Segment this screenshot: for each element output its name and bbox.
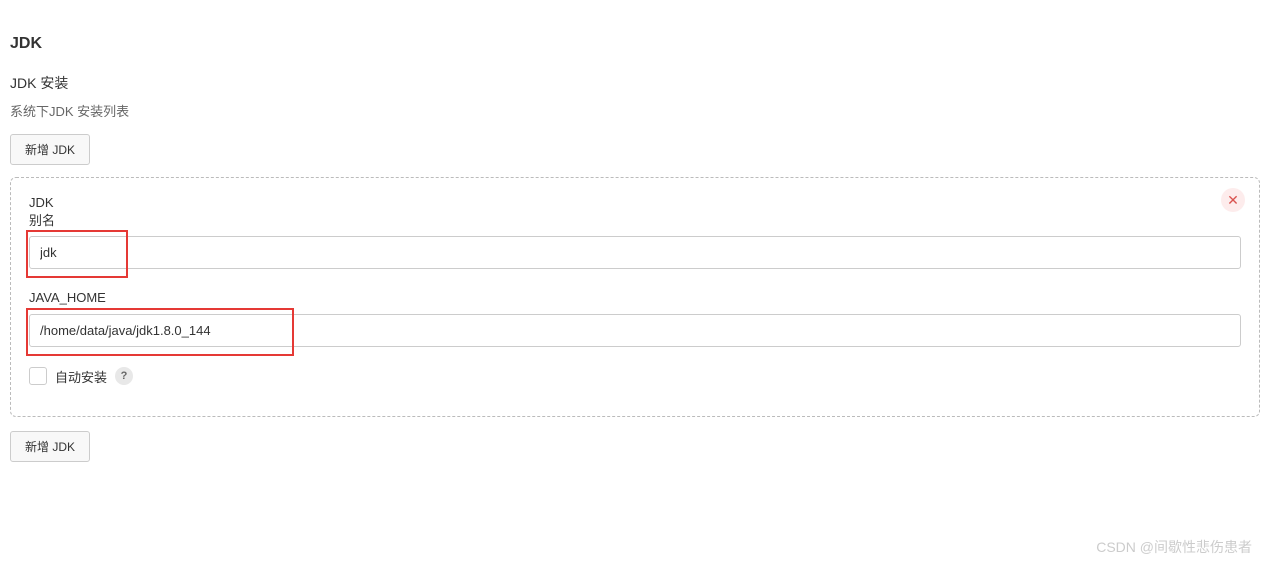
- help-icon[interactable]: ?: [115, 367, 133, 385]
- jdk-config-panel: ✕ JDK 别名 JAVA_HOME 自动安装 ?: [10, 177, 1260, 417]
- java-home-input[interactable]: [29, 314, 1241, 347]
- auto-install-row: 自动安装 ?: [29, 367, 1241, 386]
- java-home-label: JAVA_HOME: [29, 289, 1241, 307]
- jdk-alias-label-line2: 别名: [29, 213, 55, 228]
- jdk-alias-input[interactable]: [29, 236, 1241, 269]
- close-icon: ✕: [1227, 193, 1239, 207]
- install-label: JDK 安装: [10, 73, 1260, 93]
- add-jdk-button-bottom[interactable]: 新增 JDK: [10, 431, 90, 462]
- install-list-label: 系统下JDK 安装列表: [10, 101, 1260, 120]
- section-title: JDK: [10, 35, 1260, 53]
- jdk-alias-label-line1: JDK: [29, 195, 54, 210]
- auto-install-label: 自动安装: [55, 367, 107, 386]
- watermark: CSDN @间歇性悲伤患者: [1096, 537, 1252, 557]
- add-jdk-button-top[interactable]: 新增 JDK: [10, 134, 90, 165]
- java-home-input-wrapper: [29, 314, 1241, 347]
- auto-install-checkbox[interactable]: [29, 367, 47, 385]
- jdk-alias-input-wrapper: [29, 236, 1241, 269]
- jdk-alias-label: JDK 别名: [29, 194, 1241, 230]
- close-button[interactable]: ✕: [1221, 188, 1245, 212]
